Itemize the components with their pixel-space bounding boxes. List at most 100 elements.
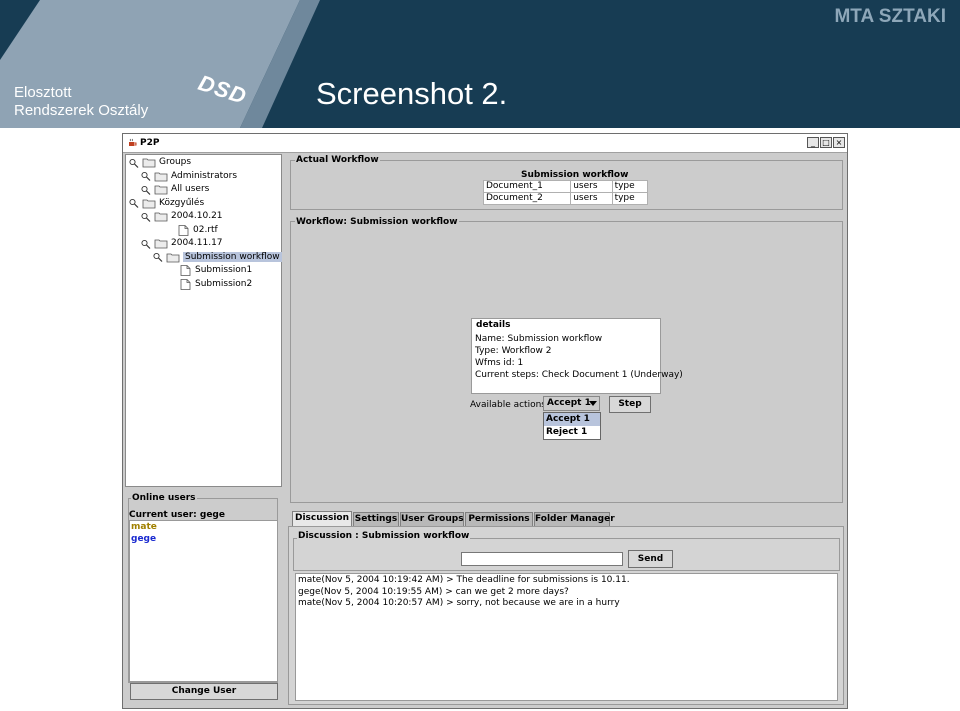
table-cell: Document_2 <box>482 192 572 205</box>
table-cell: users <box>570 192 613 205</box>
tab-settings[interactable]: Settings <box>353 512 399 526</box>
tab-permissions[interactable]: Permissions <box>465 512 533 526</box>
online-users-list[interactable]: mate gege <box>129 520 278 682</box>
tree-item-label: 2004.10.21 <box>171 211 223 221</box>
folder-icon <box>142 157 156 168</box>
close-button[interactable]: × <box>833 137 845 148</box>
tree-item[interactable]: 2004.10.21 <box>141 210 223 223</box>
tab-discussion[interactable]: Discussion <box>292 511 352 526</box>
actual-workflow-panel: Actual Workflow Submission workflow Docu… <box>288 153 844 211</box>
details-line: Type: Workflow 2 <box>475 346 552 356</box>
tree-item[interactable]: Submission1 <box>165 264 252 277</box>
table-row[interactable]: Document_1 users type <box>482 180 649 193</box>
folder-icon <box>154 211 168 222</box>
table-cell: type <box>611 180 649 193</box>
tree-toggle-icon[interactable] <box>141 185 151 195</box>
file-icon <box>178 265 192 276</box>
online-user-item[interactable]: mate <box>131 522 157 532</box>
tree-item-label: Submission2 <box>195 278 253 289</box>
tree-item-label: Submission workflow <box>183 251 282 262</box>
actual-workflow-title: Actual Workflow <box>295 155 380 165</box>
folder-icon <box>154 171 168 182</box>
folder-icon <box>166 252 180 263</box>
tab-bar: Discussion Settings User Groups Permissions… <box>288 510 844 527</box>
dropdown-option[interactable]: Accept 1 <box>544 413 600 426</box>
tree-toggle-icon[interactable] <box>141 212 151 222</box>
online-users-panel: Online users Current user: gege mate gege… <box>125 491 283 705</box>
folder-tree[interactable]: Groups Administrators All users Közgyűlés 20… <box>125 154 282 487</box>
tree-item[interactable]: Submission workflow <box>153 251 282 264</box>
chat-message: mate(Nov 5, 2004 10:19:42 AM) > The dead… <box>298 575 630 585</box>
tree-toggle-icon[interactable] <box>129 158 139 168</box>
table-cell: Document_1 <box>482 180 572 193</box>
details-line: Wfms id: 1 <box>475 358 524 368</box>
change-user-button[interactable]: Change User <box>130 683 278 700</box>
tree-item[interactable]: 02.rtf <box>163 224 218 237</box>
java-cup-icon <box>129 138 137 146</box>
chat-message: mate(Nov 5, 2004 10:20:57 AM) > sorry, n… <box>298 598 620 608</box>
details-line: Current steps: Check Document 1 (Underwa… <box>475 370 683 380</box>
table-row[interactable]: Document_2 users type <box>482 192 649 205</box>
details-line: Name: Submission workflow <box>475 334 603 344</box>
workflow-panel: Workflow: Submission workflow details Na… <box>288 214 844 504</box>
tree-toggle-icon[interactable] <box>129 198 139 208</box>
brand-name: MTA SZTAKI <box>834 6 946 27</box>
tree-item[interactable]: 2004.11.17 <box>141 237 223 250</box>
folder-icon <box>154 184 168 195</box>
available-actions-label: Available actions: <box>470 400 550 410</box>
details-title: details <box>475 320 512 330</box>
message-input[interactable] <box>461 552 623 566</box>
tree-item-label: 2004.11.17 <box>171 238 223 248</box>
tree-item-label: 02.rtf <box>193 224 218 235</box>
tree-item-label: Submission1 <box>195 265 253 275</box>
step-button[interactable]: Step <box>609 396 651 413</box>
actions-dropdown[interactable]: Accept 1 Reject 1 <box>543 412 601 440</box>
tree-toggle-icon[interactable] <box>141 171 151 181</box>
tree-item[interactable]: Administrators <box>141 170 237 183</box>
current-user-label: Current user: gege <box>129 510 225 520</box>
tree-item-label: All users <box>171 184 210 194</box>
discussion-panel: Discussion : Submission workflow Send ma… <box>288 526 844 705</box>
tree-toggle-icon[interactable] <box>153 252 163 262</box>
org-name: Elosztott Rendszerek Osztály <box>14 84 148 120</box>
folder-icon <box>142 198 156 209</box>
folder-icon <box>154 238 168 249</box>
discussion-title: Discussion : Submission workflow <box>297 531 471 541</box>
table-cell: type <box>611 192 649 205</box>
tree-item-label: Administrators <box>171 170 238 181</box>
org-name-line1: Elosztott <box>14 84 72 101</box>
org-name-line2: Rendszerek Osztály <box>14 102 149 119</box>
slide-title: Screenshot 2. <box>316 76 508 111</box>
tree-item-label: Közgyűlés <box>159 197 205 208</box>
tree-item[interactable]: All users <box>141 183 209 196</box>
tree-item-label: Groups <box>159 157 192 167</box>
messages-area[interactable]: mate(Nov 5, 2004 10:19:42 AM) > The dead… <box>295 573 838 701</box>
minimize-button[interactable]: _ <box>807 137 819 148</box>
window-title: P2P <box>140 138 160 148</box>
file-icon <box>176 224 190 236</box>
workflow-documents-table: Document_1 users type Document_2 users type <box>482 180 649 205</box>
tab-folder-manager[interactable]: Folder Manager <box>534 512 615 526</box>
chat-message: gege(Nov 5, 2004 10:19:55 AM) > can we g… <box>298 586 569 597</box>
dropdown-option[interactable]: Reject 1 <box>544 426 600 439</box>
online-user-item[interactable]: gege <box>131 534 156 544</box>
window-titlebar[interactable]: P2P _ □ × <box>123 134 847 153</box>
table-cell: users <box>570 180 613 193</box>
workflow-table-title: Submission workflow <box>521 170 629 180</box>
tree-item[interactable]: Groups <box>129 156 191 169</box>
app-window: P2P _ □ × Groups Administrators All users K… <box>122 133 848 709</box>
tab-user-groups[interactable]: User Groups <box>400 512 464 526</box>
online-users-title: Online users <box>131 493 197 503</box>
tree-item[interactable]: Közgyűlés <box>129 197 204 210</box>
dropdown-arrow-icon[interactable] <box>589 401 597 406</box>
actions-combo[interactable]: Accept 1 <box>543 396 600 411</box>
maximize-button[interactable]: □ <box>820 137 832 148</box>
send-button[interactable]: Send <box>628 550 673 568</box>
file-icon <box>178 278 192 290</box>
tree-item[interactable]: Submission2 <box>165 278 252 291</box>
workflow-title: Workflow: Submission workflow <box>295 217 459 227</box>
tree-toggle-icon[interactable] <box>141 239 151 249</box>
